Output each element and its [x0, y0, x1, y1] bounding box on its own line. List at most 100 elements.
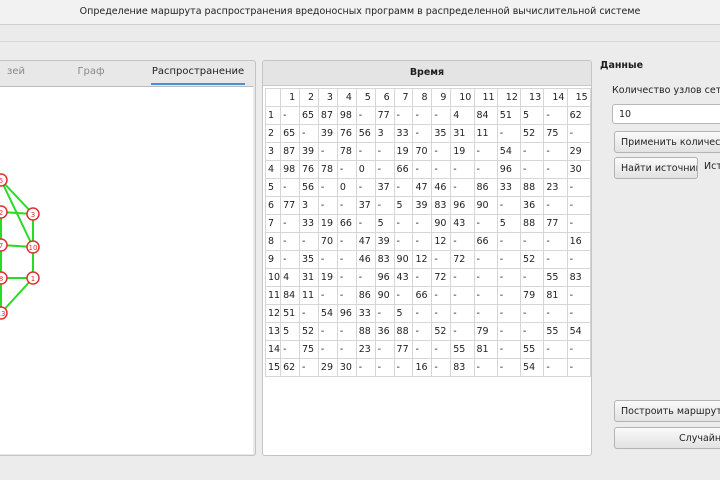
table-cell[interactable]: 77	[543, 214, 568, 233]
table-cell[interactable]: 36	[520, 196, 545, 215]
table-cell[interactable]: 39	[299, 142, 319, 161]
table-cell[interactable]: -	[355, 106, 376, 125]
table-cell[interactable]: 37	[374, 178, 395, 197]
table-cell[interactable]: -	[566, 340, 591, 359]
node-count-input[interactable]: 10	[612, 104, 720, 124]
table-cell[interactable]: -	[473, 250, 498, 269]
table-cell[interactable]: -	[520, 160, 545, 179]
table-cell[interactable]: -	[317, 286, 338, 305]
table-cell[interactable]: 12	[431, 232, 452, 251]
table-cell[interactable]: -	[336, 232, 357, 251]
table-cell[interactable]: -	[412, 124, 433, 143]
table-cell[interactable]: 65	[299, 106, 319, 125]
table-cell[interactable]: 96	[374, 268, 395, 287]
table-cell[interactable]: 47	[412, 178, 433, 197]
table-cell[interactable]: 79	[520, 286, 545, 305]
table-cell[interactable]: -	[317, 250, 338, 269]
table-cell[interactable]: -	[543, 358, 568, 377]
table-cell[interactable]: 33	[496, 178, 522, 197]
table-cell[interactable]: 77	[280, 196, 300, 215]
table-cell[interactable]: -	[496, 250, 522, 269]
table-cell[interactable]: -	[374, 304, 395, 323]
table-cell[interactable]: 35	[299, 250, 319, 269]
table-cell[interactable]: 3	[374, 124, 395, 143]
table-cell[interactable]: 75	[299, 340, 319, 359]
table-cell[interactable]: -	[473, 286, 498, 305]
table-cell[interactable]: 88	[520, 178, 545, 197]
table-cell[interactable]: 16	[412, 358, 433, 377]
table-cell[interactable]: 36	[374, 322, 395, 341]
table-cell[interactable]: -	[566, 358, 591, 377]
table-cell[interactable]: 70	[317, 232, 338, 251]
table-cell[interactable]: -	[299, 358, 319, 377]
table-cell[interactable]: 88	[520, 214, 545, 233]
table-cell[interactable]: 55	[450, 340, 475, 359]
table-cell[interactable]: -	[336, 322, 357, 341]
table-cell[interactable]: -	[543, 196, 568, 215]
table-cell[interactable]: 87	[280, 142, 300, 161]
table-cell[interactable]: -	[496, 340, 522, 359]
table-cell[interactable]: -	[280, 340, 300, 359]
apply-count-button[interactable]: Применить количество	[614, 131, 720, 153]
table-cell[interactable]: -	[317, 322, 338, 341]
table-cell[interactable]: -	[543, 142, 568, 161]
table-cell[interactable]: -	[412, 160, 433, 179]
table-cell[interactable]: 56	[355, 124, 376, 143]
table-cell[interactable]: -	[299, 124, 319, 143]
table-cell[interactable]: -	[336, 340, 357, 359]
table-cell[interactable]: -	[317, 142, 338, 161]
table-cell[interactable]: 54	[496, 142, 522, 161]
table-cell[interactable]: -	[336, 196, 357, 215]
table-cell[interactable]: -	[450, 160, 475, 179]
table-cell[interactable]: 62	[280, 358, 300, 377]
table-cell[interactable]: 19	[317, 214, 338, 233]
table-cell[interactable]: -	[566, 286, 591, 305]
table-cell[interactable]: 90	[374, 286, 395, 305]
table-cell[interactable]: 65	[280, 124, 300, 143]
table-cell[interactable]: 81	[543, 286, 568, 305]
table-cell[interactable]: 3	[299, 196, 319, 215]
table-cell[interactable]: -	[496, 268, 522, 287]
table-cell[interactable]: -	[374, 142, 395, 161]
table-cell[interactable]: -	[280, 178, 300, 197]
table-cell[interactable]: -	[473, 268, 498, 287]
table-cell[interactable]: -	[280, 250, 300, 269]
table-cell[interactable]: 90	[393, 250, 414, 269]
table-cell[interactable]: -	[431, 250, 452, 269]
table-cell[interactable]: 29	[317, 358, 338, 377]
table-cell[interactable]: 88	[355, 322, 376, 341]
table-cell[interactable]: 5	[496, 214, 522, 233]
table-cell[interactable]: 23	[543, 178, 568, 197]
table-cell[interactable]: -	[355, 178, 376, 197]
table-cell[interactable]: 76	[336, 124, 357, 143]
random-button[interactable]: Случайно	[614, 427, 720, 449]
table-cell[interactable]: 31	[450, 124, 475, 143]
graph-node[interactable]: 10	[26, 240, 40, 254]
table-cell[interactable]: -	[520, 232, 545, 251]
table-cell[interactable]: -	[473, 304, 498, 323]
table-cell[interactable]: -	[412, 304, 433, 323]
graph-node[interactable]: 1	[26, 271, 40, 285]
table-cell[interactable]: 56	[299, 178, 319, 197]
table-cell[interactable]: 30	[566, 160, 591, 179]
table-cell[interactable]: 47	[355, 232, 376, 251]
table-cell[interactable]: -	[450, 178, 475, 197]
table-cell[interactable]: -	[496, 322, 522, 341]
table-cell[interactable]: 98	[336, 106, 357, 125]
table-cell[interactable]: 62	[566, 106, 591, 125]
table-cell[interactable]: -	[496, 196, 522, 215]
table-cell[interactable]: -	[336, 250, 357, 269]
table-cell[interactable]: 33	[393, 124, 414, 143]
table-cell[interactable]: -	[317, 178, 338, 197]
tab-spread[interactable]: Распространение	[151, 61, 245, 85]
table-cell[interactable]: -	[393, 106, 414, 125]
table-cell[interactable]: -	[473, 358, 498, 377]
table-cell[interactable]: 55	[520, 340, 545, 359]
table-cell[interactable]: -	[280, 106, 300, 125]
table-cell[interactable]: -	[431, 358, 452, 377]
table-cell[interactable]: -	[543, 232, 568, 251]
table-cell[interactable]: -	[431, 106, 452, 125]
table-cell[interactable]: 52	[299, 322, 319, 341]
table-cell[interactable]: -	[450, 232, 475, 251]
table-cell[interactable]: 84	[280, 286, 300, 305]
